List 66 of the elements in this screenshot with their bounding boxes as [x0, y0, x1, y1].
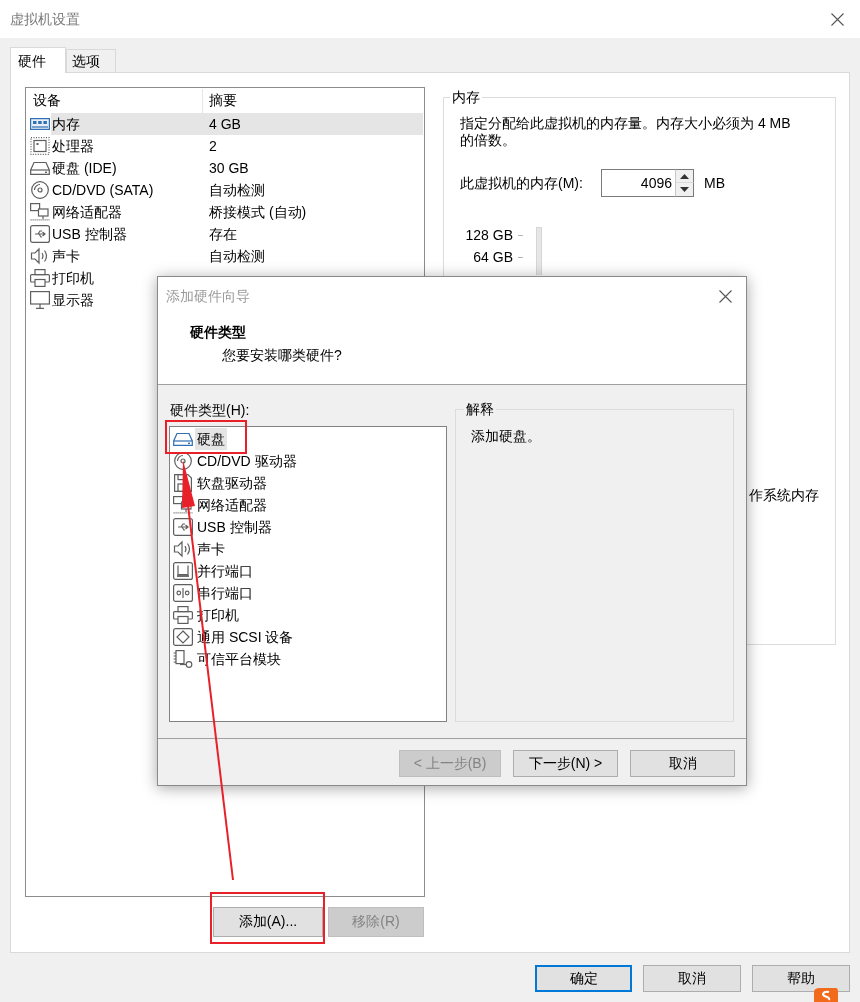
device-row[interactable]: CD/DVD (SATA) 自动检测	[51, 179, 423, 201]
hardware-type-item[interactable]: 硬盘	[195, 428, 227, 450]
diamond-tile-icon	[173, 628, 193, 646]
add-button[interactable]: 添加(A)...	[213, 907, 323, 937]
close-icon	[718, 289, 732, 303]
memory-group-title: 内存	[451, 88, 481, 107]
monitor-icon	[30, 291, 50, 309]
ok-button[interactable]: 确定	[535, 965, 632, 992]
dialog-title: 添加硬件向导	[166, 287, 251, 306]
scale-label: 64 GB	[473, 248, 513, 267]
device-row[interactable]: 显示器	[51, 289, 96, 311]
disc-icon	[173, 452, 193, 470]
speaker-icon	[30, 247, 50, 265]
device-row[interactable]: 内存 4 GB	[51, 113, 423, 135]
memory-note: 作系统内存	[749, 486, 819, 505]
device-row[interactable]: 处理器 2	[51, 135, 423, 157]
window-title: 虚拟机设置	[10, 10, 81, 29]
memory-unit: MB	[704, 174, 725, 193]
next-button[interactable]: 下一步(N) >	[513, 750, 618, 777]
down-arrow-icon	[680, 187, 689, 192]
spin-up-button[interactable]	[675, 169, 694, 183]
tab[interactable]: 硬件	[10, 47, 66, 73]
explanation-title: 解释	[465, 400, 496, 419]
hardware-type-item[interactable]: 网络适配器	[195, 494, 269, 516]
close-icon	[830, 12, 844, 26]
help-button[interactable]: 帮助	[752, 965, 850, 992]
disc-icon	[30, 181, 50, 199]
serial-port-icon	[173, 584, 193, 602]
memory-module-icon	[30, 115, 50, 133]
device-row[interactable]: USB 控制器 存在	[51, 223, 423, 245]
hardware-type-item[interactable]: CD/DVD 驱动器	[195, 450, 299, 472]
hardware-type-item[interactable]: 声卡	[195, 538, 227, 560]
hardware-type-item[interactable]: 并行端口	[195, 560, 255, 582]
tab[interactable]: 选项	[66, 49, 116, 72]
parallel-port-icon	[173, 562, 193, 580]
cancel-button[interactable]: 取消	[643, 965, 741, 992]
spin-down-button[interactable]	[675, 183, 694, 197]
speaker-icon	[173, 540, 193, 558]
column-header[interactable]: 摘要	[203, 89, 423, 113]
scale-tick	[518, 234, 523, 236]
usb-icon	[30, 225, 50, 243]
device-row[interactable]: 硬盘 (IDE) 30 GB	[51, 157, 423, 179]
printer-icon	[30, 269, 50, 287]
usb-icon	[173, 518, 193, 536]
hardware-type-item[interactable]: USB 控制器	[195, 516, 274, 538]
dialog-heading: 硬件类型	[190, 323, 246, 342]
printer-icon	[173, 606, 193, 624]
ime-logo-icon	[812, 988, 838, 1002]
hardware-type-item[interactable]: 软盘驱动器	[195, 472, 269, 494]
memory-field-label: 此虚拟机的内存(M):	[460, 174, 584, 193]
device-row[interactable]: 网络适配器 桥接模式 (自动)	[51, 201, 423, 223]
memory-description: 指定分配给此虚拟机的内存量。内存大小必须为 4 MB 的倍数。	[460, 115, 792, 149]
dialog-subheading: 您要安装哪类硬件?	[222, 346, 342, 365]
cancel-button[interactable]: 取消	[630, 750, 735, 777]
memory-input[interactable]: 4096	[601, 169, 675, 197]
scale-label: 128 GB	[465, 226, 513, 245]
chip-key-icon	[173, 650, 193, 668]
scale-tick	[518, 256, 523, 258]
network-computers-icon	[30, 203, 50, 221]
hardware-list-label: 硬件类型(H):	[170, 401, 250, 420]
device-row[interactable]: 打印机	[51, 267, 96, 289]
device-row[interactable]: 声卡 自动检测	[51, 245, 423, 267]
explanation-text: 添加硬盘。	[471, 427, 543, 446]
up-arrow-icon	[680, 173, 689, 179]
memory-slider-track[interactable]	[536, 227, 542, 275]
processor-chip-icon	[30, 137, 50, 155]
